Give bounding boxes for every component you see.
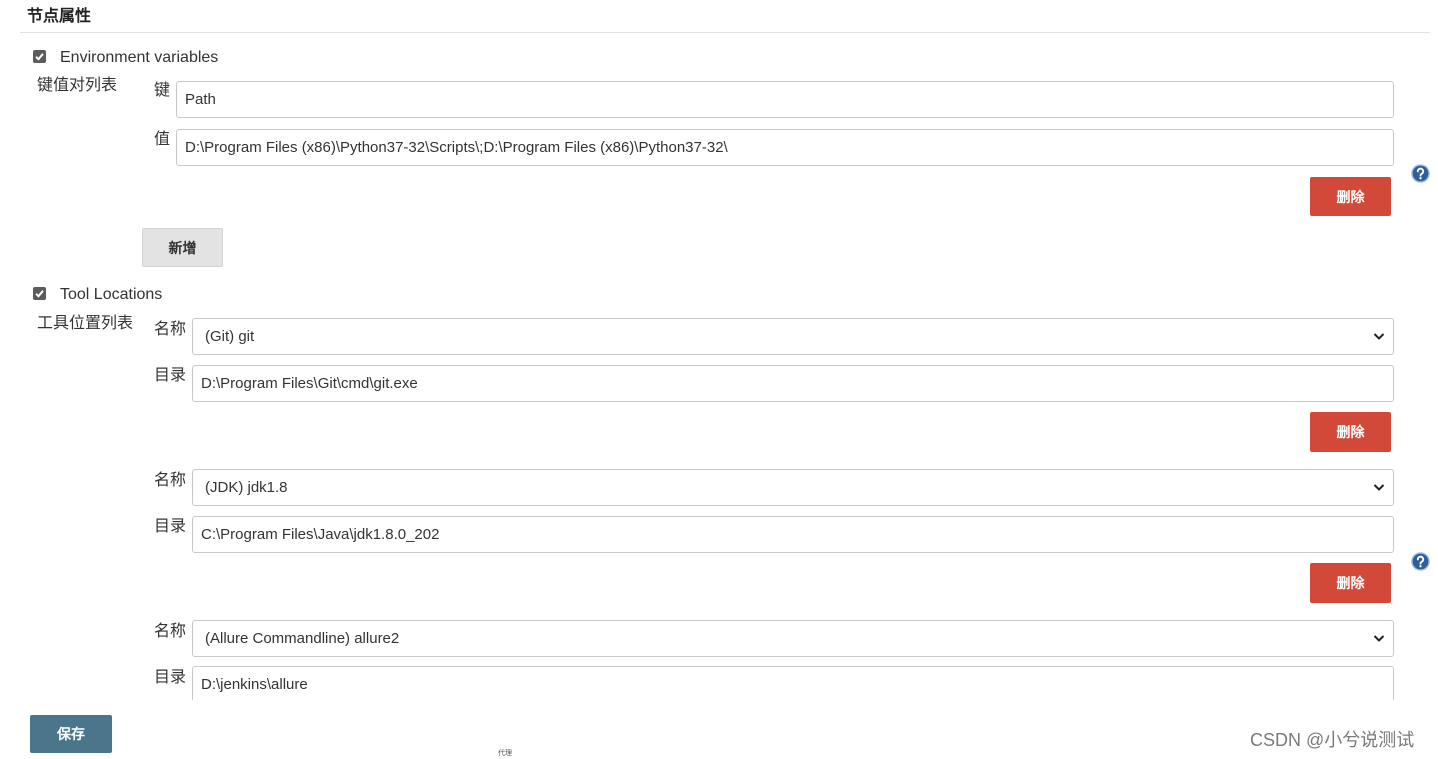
tool-home-label: 目录 xyxy=(154,669,187,686)
env-key-input[interactable] xyxy=(176,81,1394,118)
watermark: CSDN @小兮说测试 xyxy=(1250,730,1415,750)
tool-name-label: 名称 xyxy=(154,623,187,640)
tool-name-selected-value: (Git) git xyxy=(205,328,255,345)
tool-home-label: 目录 xyxy=(154,518,187,535)
tool-name-label: 名称 xyxy=(154,321,187,338)
key-value-list-label: 键值对列表 xyxy=(37,77,118,94)
tool-home-input-clip xyxy=(192,666,1394,700)
tool-name-select[interactable]: (JDK) jdk1.8 xyxy=(192,469,1394,506)
env-value-label: 值 xyxy=(154,131,171,148)
node-properties-page: 节点属性 Environment variables 键值对列表 键 值 删除 … xyxy=(0,0,1438,759)
save-button[interactable]: 保存 xyxy=(30,715,112,753)
tool-name-selected-value: (Allure Commandline) allure2 xyxy=(205,630,400,647)
tool-delete-button[interactable]: 删除 xyxy=(1310,563,1391,603)
tool-delete-button[interactable]: 删除 xyxy=(1310,412,1391,452)
tool-location-list-label: 工具位置列表 xyxy=(37,315,134,332)
tool-home-input[interactable] xyxy=(192,365,1394,402)
section-divider xyxy=(20,32,1430,33)
tools-help-icon[interactable] xyxy=(1411,552,1430,571)
env-add-button[interactable]: 新增 xyxy=(142,228,223,267)
help-icon xyxy=(1411,552,1430,571)
tool-name-select[interactable]: (Allure Commandline) allure2 xyxy=(192,620,1394,657)
checkmark-icon xyxy=(35,290,44,298)
env-help-icon[interactable] xyxy=(1411,164,1430,183)
tool-name-label: 名称 xyxy=(154,472,187,489)
tool-home-label: 目录 xyxy=(154,367,187,384)
tool-name-selected-value: (JDK) jdk1.8 xyxy=(205,479,288,496)
env-vars-checkbox[interactable] xyxy=(33,50,46,63)
env-delete-button[interactable]: 删除 xyxy=(1310,177,1391,216)
chevron-down-icon xyxy=(1373,635,1385,642)
tool-locations-checkbox[interactable] xyxy=(33,287,46,300)
chevron-down-icon xyxy=(1373,333,1385,340)
checkmark-icon xyxy=(35,53,44,61)
env-vars-checkbox-label[interactable]: Environment variables xyxy=(60,49,218,67)
tool-home-input[interactable] xyxy=(192,516,1394,553)
chevron-down-icon xyxy=(1373,484,1385,491)
tool-name-select[interactable]: (Git) git xyxy=(192,318,1394,355)
env-value-input[interactable] xyxy=(176,129,1394,166)
tool-home-input[interactable] xyxy=(192,666,1394,700)
proxy-label: 代理 xyxy=(498,750,512,757)
env-key-label: 键 xyxy=(154,82,171,99)
tool-locations-checkbox-label[interactable]: Tool Locations xyxy=(60,286,162,304)
help-icon xyxy=(1411,164,1430,183)
section-title: 节点属性 xyxy=(27,8,92,25)
